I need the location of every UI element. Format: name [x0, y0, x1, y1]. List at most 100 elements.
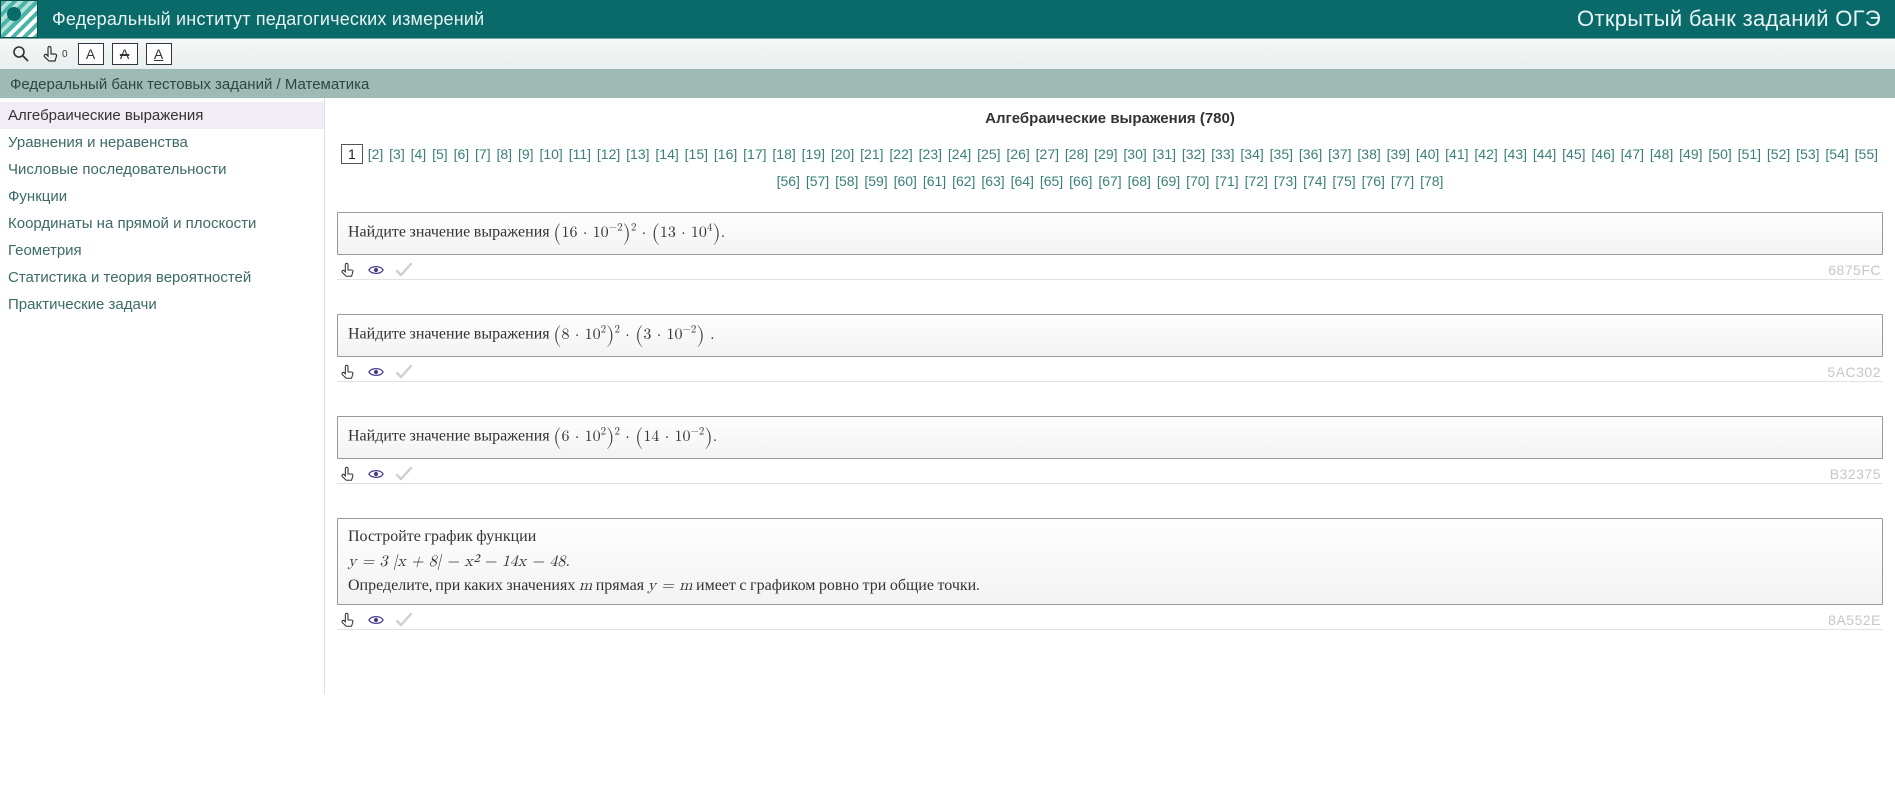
page-link[interactable]: [27] — [1035, 146, 1060, 162]
page-link[interactable]: [31] — [1152, 146, 1177, 162]
page-link[interactable]: [6] — [453, 146, 471, 162]
page-link[interactable]: [24] — [947, 146, 972, 162]
sidebar-item[interactable]: Статистика и теория вероятностей — [0, 264, 324, 291]
page-link[interactable]: [35] — [1269, 146, 1294, 162]
page-link[interactable]: [62] — [951, 173, 976, 189]
page-link[interactable]: [74] — [1302, 173, 1327, 189]
check-icon[interactable] — [395, 261, 413, 279]
page-link[interactable]: [38] — [1356, 146, 1381, 162]
page-link[interactable]: [15] — [684, 146, 709, 162]
page-link[interactable]: [23] — [918, 146, 943, 162]
page-link[interactable]: [57] — [805, 173, 830, 189]
page-link[interactable]: [50] — [1707, 146, 1732, 162]
page-link[interactable]: [61] — [922, 173, 947, 189]
page-link[interactable]: [36] — [1298, 146, 1323, 162]
page-link[interactable]: [21] — [859, 146, 884, 162]
page-link[interactable]: [53] — [1795, 146, 1820, 162]
page-link[interactable]: [39] — [1386, 146, 1411, 162]
page-link[interactable]: [71] — [1214, 173, 1239, 189]
page-link[interactable]: [12] — [596, 146, 621, 162]
page-link[interactable]: [45] — [1561, 146, 1586, 162]
page-link[interactable]: [25] — [976, 146, 1001, 162]
check-icon[interactable] — [395, 363, 413, 381]
page-link[interactable]: [55] — [1854, 146, 1879, 162]
sidebar-item[interactable]: Алгебраические выражения — [0, 102, 324, 129]
page-link[interactable]: [70] — [1185, 173, 1210, 189]
page-link[interactable]: [42] — [1473, 146, 1498, 162]
page-link[interactable]: [19] — [801, 146, 826, 162]
hand-pointer-icon[interactable] — [339, 363, 357, 381]
page-link[interactable]: [16] — [713, 146, 738, 162]
page-link[interactable]: [67] — [1097, 173, 1122, 189]
page-link[interactable]: [22] — [888, 146, 913, 162]
page-link[interactable]: [17] — [742, 146, 767, 162]
page-link[interactable]: [51] — [1737, 146, 1762, 162]
page-link[interactable]: [49] — [1678, 146, 1703, 162]
sidebar-item[interactable]: Уравнения и неравенства — [0, 129, 324, 156]
page-link[interactable]: [11] — [568, 146, 592, 162]
check-icon[interactable] — [395, 465, 413, 483]
font-strike-button[interactable]: A — [112, 43, 138, 65]
page-link[interactable]: [76] — [1361, 173, 1386, 189]
page-link[interactable]: [44] — [1532, 146, 1557, 162]
sidebar-item[interactable]: Практические задачи — [0, 291, 324, 318]
page-link[interactable]: [58] — [834, 173, 859, 189]
page-link[interactable]: [20] — [830, 146, 855, 162]
hand-pointer-icon[interactable] — [339, 465, 357, 483]
sidebar-item[interactable]: Координаты на прямой и плоскости — [0, 210, 324, 237]
check-icon[interactable] — [395, 611, 413, 629]
page-link[interactable]: [64] — [1010, 173, 1035, 189]
page-link[interactable]: [54] — [1824, 146, 1849, 162]
page-link[interactable]: [18] — [771, 146, 796, 162]
hand-pointer-icon[interactable] — [339, 261, 357, 279]
page-link[interactable]: [33] — [1210, 146, 1235, 162]
page-link[interactable]: [34] — [1239, 146, 1264, 162]
page-link[interactable]: [52] — [1766, 146, 1791, 162]
page-link[interactable]: [28] — [1064, 146, 1089, 162]
page-link[interactable]: [48] — [1649, 146, 1674, 162]
page-link[interactable]: [2] — [367, 146, 385, 162]
page-link[interactable]: [30] — [1122, 146, 1147, 162]
page-link[interactable]: [3] — [388, 146, 406, 162]
hand-pointer-icon[interactable] — [339, 611, 357, 629]
page-link[interactable]: [63] — [980, 173, 1005, 189]
page-link[interactable]: [56] — [776, 173, 801, 189]
page-link[interactable]: [29] — [1093, 146, 1118, 162]
eye-icon[interactable] — [367, 611, 385, 629]
font-normal-button[interactable]: A — [78, 43, 104, 65]
page-link[interactable]: [66] — [1068, 173, 1093, 189]
page-link[interactable]: [40] — [1415, 146, 1440, 162]
page-link[interactable]: [46] — [1590, 146, 1615, 162]
page-link[interactable]: [60] — [893, 173, 918, 189]
sidebar-item[interactable]: Числовые последовательности — [0, 156, 324, 183]
page-link[interactable]: [43] — [1503, 146, 1528, 162]
page-link[interactable]: [14] — [654, 146, 679, 162]
page-link[interactable]: [78] — [1419, 173, 1444, 189]
page-link[interactable]: [32] — [1181, 146, 1206, 162]
page-link[interactable]: [72] — [1244, 173, 1269, 189]
page-link[interactable]: [47] — [1620, 146, 1645, 162]
sidebar-item[interactable]: Функции — [0, 183, 324, 210]
eye-icon[interactable] — [367, 465, 385, 483]
page-link[interactable]: [10] — [538, 146, 563, 162]
font-underline-button[interactable]: A — [146, 43, 172, 65]
page-link[interactable]: [4] — [410, 146, 428, 162]
page-link[interactable]: [59] — [863, 173, 888, 189]
page-link[interactable]: [41] — [1444, 146, 1469, 162]
page-link[interactable]: [77] — [1390, 173, 1415, 189]
page-link[interactable]: [8] — [496, 146, 514, 162]
page-link[interactable]: [73] — [1273, 173, 1298, 189]
page-link[interactable]: [37] — [1327, 146, 1352, 162]
page-link[interactable]: [13] — [625, 146, 650, 162]
page-link[interactable]: [69] — [1156, 173, 1181, 189]
hand-pointer-icon[interactable]: 0 — [40, 43, 70, 65]
sidebar-item[interactable]: Геометрия — [0, 237, 324, 264]
page-link[interactable]: [5] — [431, 146, 449, 162]
eye-icon[interactable] — [367, 261, 385, 279]
page-link[interactable]: [65] — [1039, 173, 1064, 189]
search-icon[interactable] — [10, 43, 32, 65]
page-link[interactable]: [9] — [517, 146, 535, 162]
page-link[interactable]: [26] — [1005, 146, 1030, 162]
page-link[interactable]: [68] — [1127, 173, 1152, 189]
page-link[interactable]: [75] — [1331, 173, 1356, 189]
